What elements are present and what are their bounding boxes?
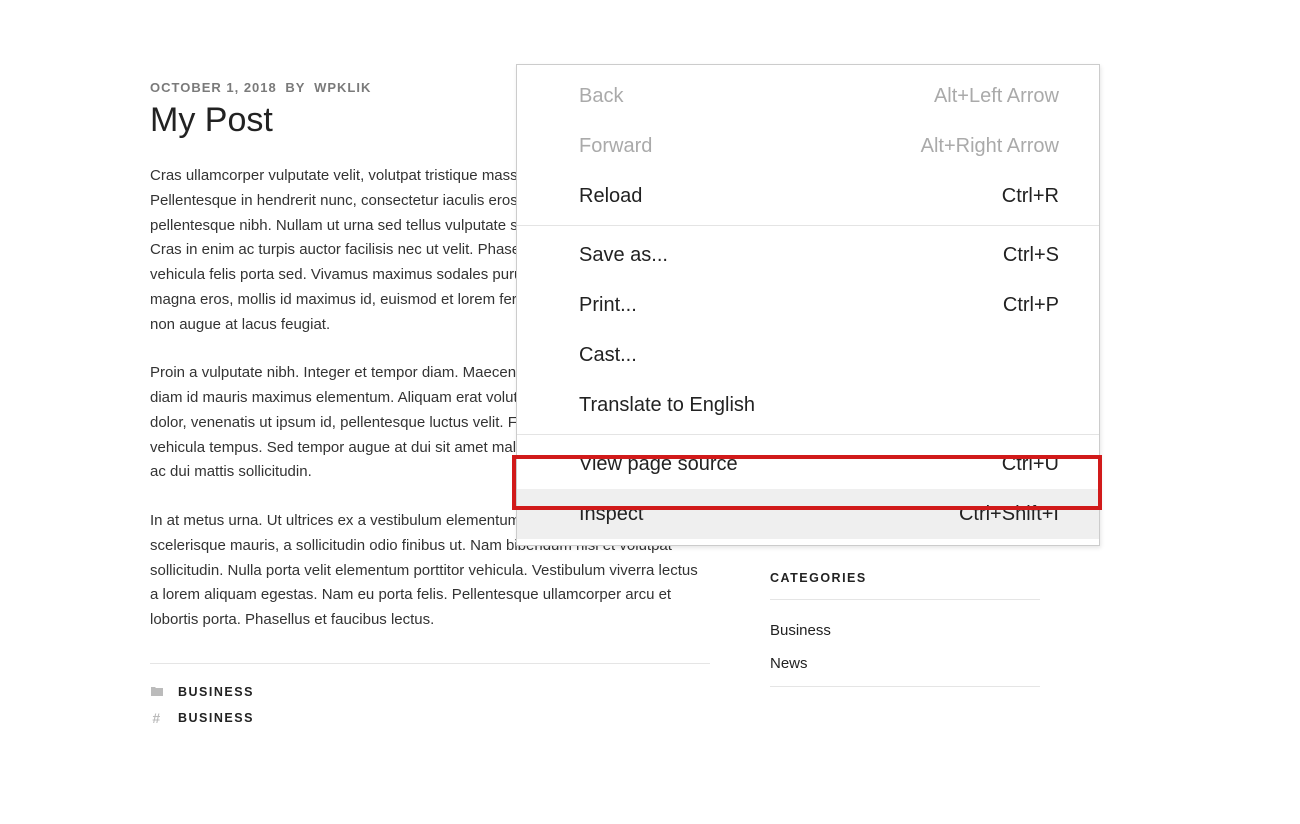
- ctx-item-save-as[interactable]: Save as... Ctrl+S: [517, 230, 1099, 280]
- divider: [770, 686, 1040, 687]
- ctx-label: Inspect: [579, 497, 643, 531]
- ctx-label: View page source: [579, 447, 738, 481]
- tag-link[interactable]: BUSINESS: [178, 711, 254, 725]
- ctx-shortcut: Ctrl+Shift+I: [959, 497, 1059, 531]
- post-author[interactable]: WPKLIK: [314, 80, 371, 95]
- tag-icon: #: [150, 710, 164, 726]
- post-date: OCTOBER 1, 2018: [150, 80, 277, 95]
- ctx-shortcut: Ctrl+P: [1003, 288, 1059, 322]
- tag-row: # BUSINESS: [150, 710, 710, 726]
- ctx-shortcut: Alt+Right Arrow: [921, 129, 1059, 163]
- divider: [150, 663, 710, 664]
- ctx-label: Cast...: [579, 338, 637, 372]
- ctx-shortcut: Ctrl+S: [1003, 238, 1059, 272]
- ctx-item-cast[interactable]: Cast...: [517, 330, 1099, 380]
- ctx-label: Translate to English: [579, 388, 755, 422]
- category-row: BUSINESS: [150, 684, 710, 700]
- ctx-item-back[interactable]: Back Alt+Left Arrow: [517, 71, 1099, 121]
- ctx-separator: [517, 434, 1099, 435]
- by-label: BY: [285, 80, 305, 95]
- context-menu: Back Alt+Left Arrow Forward Alt+Right Ar…: [516, 64, 1100, 546]
- ctx-item-view-source[interactable]: View page source Ctrl+U: [517, 439, 1099, 489]
- ctx-label: Print...: [579, 288, 637, 322]
- ctx-item-translate[interactable]: Translate to English: [517, 380, 1099, 430]
- ctx-label: Reload: [579, 179, 642, 213]
- ctx-shortcut: Alt+Left Arrow: [934, 79, 1059, 113]
- ctx-label: Forward: [579, 129, 652, 163]
- folder-icon: [150, 684, 164, 700]
- sidebar-category-link[interactable]: Business: [770, 614, 1040, 647]
- sidebar-heading-categories: CATEGORIES: [770, 571, 1040, 585]
- ctx-item-forward[interactable]: Forward Alt+Right Arrow: [517, 121, 1099, 171]
- ctx-shortcut: Ctrl+R: [1002, 179, 1059, 213]
- ctx-label: Back: [579, 79, 623, 113]
- ctx-shortcut: Ctrl+U: [1002, 447, 1059, 481]
- category-link[interactable]: BUSINESS: [178, 685, 254, 699]
- ctx-item-print[interactable]: Print... Ctrl+P: [517, 280, 1099, 330]
- ctx-label: Save as...: [579, 238, 668, 272]
- divider: [770, 599, 1040, 600]
- ctx-item-reload[interactable]: Reload Ctrl+R: [517, 171, 1099, 221]
- sidebar-category-link[interactable]: News: [770, 647, 1040, 680]
- ctx-separator: [517, 225, 1099, 226]
- ctx-item-inspect[interactable]: Inspect Ctrl+Shift+I: [517, 489, 1099, 539]
